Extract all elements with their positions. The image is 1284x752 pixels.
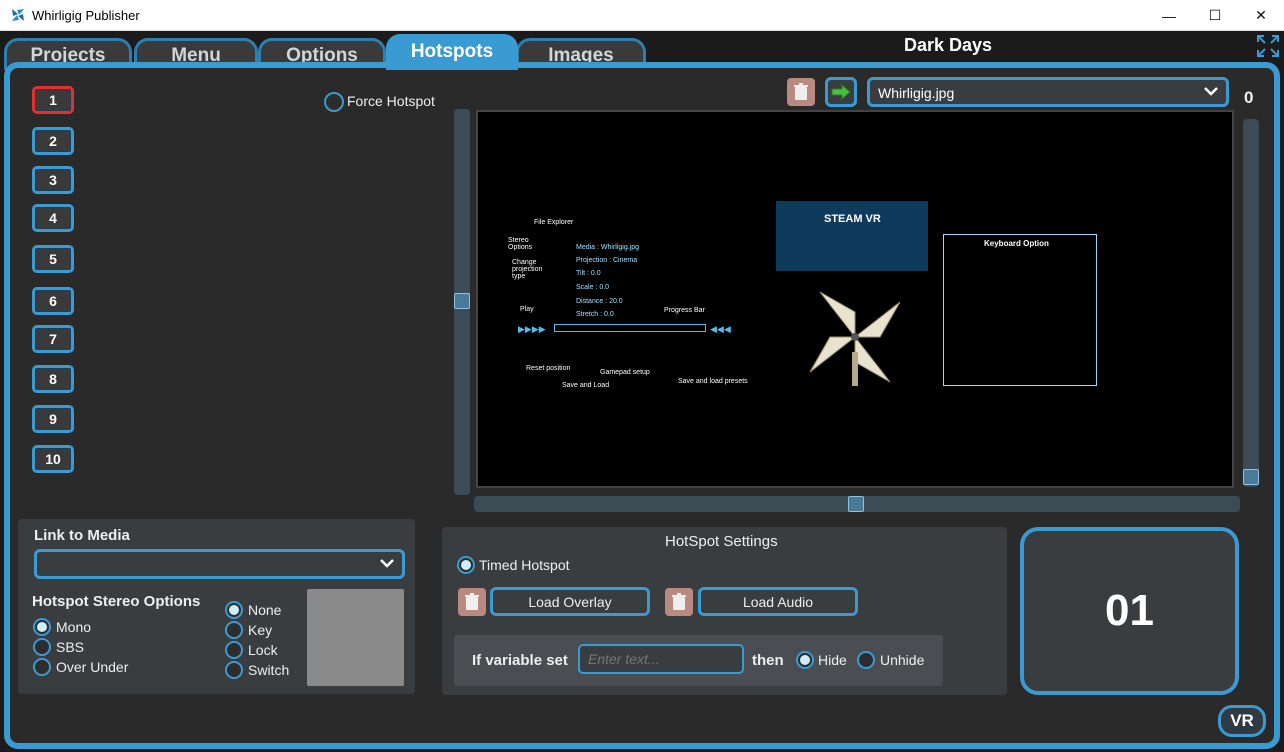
chevron-down-icon <box>380 559 394 568</box>
type-lock-label: Lock <box>248 642 278 658</box>
arrow-right-icon <box>831 84 851 100</box>
link-to-media-dropdown[interactable] <box>34 549 405 579</box>
delete-audio-button[interactable] <box>665 588 693 616</box>
slider-thumb[interactable] <box>454 293 470 309</box>
timed-hotspot-radio[interactable] <box>457 556 475 574</box>
minimize-button[interactable]: — <box>1146 0 1192 31</box>
slider-thumb[interactable] <box>848 496 864 512</box>
close-button[interactable]: ✕ <box>1238 0 1284 31</box>
preview-keyboard-title: Keyboard Option <box>984 239 1049 248</box>
trash-icon <box>794 83 808 100</box>
type-none-label: None <box>248 602 282 618</box>
preview-distance: Distance : 20.0 <box>576 298 623 305</box>
slider-thumb[interactable] <box>1243 469 1259 485</box>
maximize-button[interactable]: ☐ <box>1192 0 1238 31</box>
preview-steamvr-panel: STEAM VR <box>776 201 928 271</box>
link-to-media-label: Link to Media <box>34 527 130 544</box>
hotspot-button-2[interactable]: 2 <box>32 127 74 155</box>
image-count: 0 <box>1244 88 1254 107</box>
hotspot-button-5[interactable]: 5 <box>32 245 74 273</box>
force-hotspot-radio[interactable] <box>324 92 344 112</box>
stereo-options-label: Hotspot Stereo Options <box>32 593 201 610</box>
preview-media: Media : Whirligig.jpg <box>576 244 640 251</box>
preview-change-projection: Change projection type <box>512 259 543 280</box>
chevron-down-icon <box>1204 87 1218 96</box>
timed-hotspot-label: Timed Hotspot <box>479 557 570 573</box>
horizontal-slider[interactable] <box>474 496 1240 512</box>
hotspot-button-6[interactable]: 6 <box>32 287 74 315</box>
vr-button[interactable]: VR <box>1218 705 1266 737</box>
preview-scale: Scale : 0.0 <box>576 284 610 291</box>
preview-play: Play <box>520 306 534 313</box>
preview-stereo-options: Stereo Options <box>508 237 533 251</box>
preview-save-and-load: Save and Load <box>562 382 610 389</box>
vertical-slider-right[interactable] <box>1243 119 1259 487</box>
fullscreen-icon[interactable] <box>1256 34 1280 58</box>
type-none-radio[interactable] <box>225 601 243 619</box>
window-title: Whirligig Publisher <box>32 8 140 23</box>
trash-icon <box>465 593 479 610</box>
vertical-slider-left[interactable] <box>454 109 470 495</box>
then-label: then <box>752 652 784 669</box>
preview-stretch: Stretch : 0.0 <box>576 311 614 318</box>
force-hotspot-label: Force Hotspot <box>347 93 435 109</box>
unhide-label: Unhide <box>880 652 925 668</box>
preview-tilt: Tilt : 0.0 <box>576 270 601 277</box>
type-lock-radio[interactable] <box>225 641 243 659</box>
load-audio-button[interactable]: Load Audio <box>698 587 858 616</box>
preview-gamepad-setup: Gamepad setup <box>600 369 650 376</box>
type-key-radio[interactable] <box>225 621 243 639</box>
preview-rewind-icon: ◀◀◀ <box>710 324 731 334</box>
preview-reset-position: Reset position <box>526 365 571 372</box>
hide-label: Hide <box>818 652 847 668</box>
hotspot-button-9[interactable]: 9 <box>32 405 74 433</box>
unhide-radio[interactable] <box>857 651 875 669</box>
trash-icon <box>672 593 686 610</box>
stereo-over-under-radio[interactable] <box>33 658 51 676</box>
preview-file-explorer: File Explorer <box>534 219 574 226</box>
image-dropdown[interactable]: Whirligig.jpg <box>867 77 1229 107</box>
preview-projection: Projection : Cinema <box>576 257 638 264</box>
delete-overlay-button[interactable] <box>458 588 486 616</box>
delete-image-button[interactable] <box>787 78 815 106</box>
title-bar: Whirligig Publisher — ☐ ✕ <box>0 0 1284 31</box>
hotspot-settings-title: HotSpot Settings <box>665 533 778 550</box>
type-switch-radio[interactable] <box>225 661 243 679</box>
preview-steamvr-logo: STEAM VR <box>824 213 881 225</box>
load-overlay-button[interactable]: Load Overlay <box>490 587 650 616</box>
pinwheel-image <box>809 291 901 386</box>
whirligig-app-icon <box>12 9 24 21</box>
if-variable-set-label: If variable set <box>472 652 568 669</box>
preview-play-icon: ▶▶▶▶ <box>518 324 546 334</box>
preview-save-load-presets: Save and load presets <box>678 378 748 385</box>
project-title: Dark Days <box>903 35 993 55</box>
type-switch-label: Switch <box>248 662 290 678</box>
hotspot-button-10[interactable]: 10 <box>32 445 74 473</box>
stereo-mono-label: Mono <box>56 619 92 635</box>
type-key-label: Key <box>248 622 273 638</box>
hotspot-button-1[interactable]: 1 <box>32 86 74 114</box>
tab-hotspots[interactable]: Hotspots <box>386 34 518 70</box>
image-preview: File Explorer Stereo Options Change proj… <box>476 110 1234 488</box>
stereo-mono-radio[interactable] <box>33 618 51 636</box>
apply-image-button[interactable] <box>825 77 857 107</box>
app-area: Projects Menu Options Hotspots Images Da… <box>0 31 1284 752</box>
preview-progress-bar: Progress Bar <box>664 307 705 314</box>
hotspot-button-3[interactable]: 3 <box>32 166 74 194</box>
hotspot-image-thumbnail[interactable] <box>307 589 404 686</box>
image-dropdown-value: Whirligig.jpg <box>878 85 955 101</box>
preview-progress-track <box>554 324 706 332</box>
hotspot-button-8[interactable]: 8 <box>32 365 74 393</box>
hotspot-button-4[interactable]: 4 <box>32 204 74 232</box>
hide-radio[interactable] <box>796 651 814 669</box>
stereo-sbs-label: SBS <box>56 639 85 655</box>
hotspot-button-7[interactable]: 7 <box>32 325 74 353</box>
hotspot-number-display: 01 <box>1020 527 1239 695</box>
stereo-over-under-label: Over Under <box>56 659 129 675</box>
preview-keyboard-panel: Keyboard Option <box>943 234 1097 386</box>
stereo-sbs-radio[interactable] <box>33 638 51 656</box>
variable-input[interactable] <box>578 644 744 674</box>
